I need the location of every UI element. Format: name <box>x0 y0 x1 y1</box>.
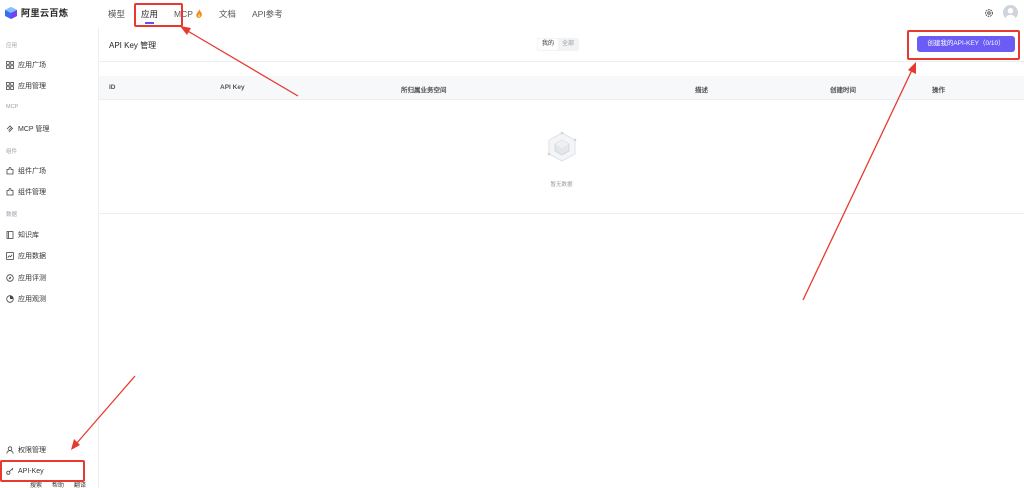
nav-item-label: 文档 <box>218 9 236 19</box>
column-header-actions: 操作 <box>932 87 945 94</box>
translate-link[interactable]: 翻译 <box>74 480 86 488</box>
create-api-key-button[interactable]: 创建我的API-KEY（0/10） <box>917 36 1015 52</box>
table-header: ID API Key 所归属业务空间 描述 创建时间 操作 <box>99 76 1024 100</box>
nav-item-docs[interactable]: 文档 <box>211 0 244 28</box>
mcp-icon <box>6 125 14 133</box>
empty-state-text: 暂无数据 <box>550 182 573 188</box>
sidebar-item-component-square[interactable]: 组件广场 <box>6 165 46 177</box>
column-header-created-at: 创建时间 <box>830 87 856 94</box>
sidebar-item-label: 知识库 <box>18 232 39 239</box>
filter-mine[interactable]: 我的 <box>538 39 559 50</box>
empty-box-icon <box>547 131 577 162</box>
puzzle-icon <box>6 167 14 175</box>
nav-item-label: MCP <box>174 9 193 19</box>
avatar[interactable] <box>1003 5 1018 20</box>
table-empty-state: 暂无数据 <box>99 100 1024 214</box>
nav-item-label: 应用 <box>141 9 159 19</box>
grid-icon <box>6 61 14 69</box>
nav-item-api-ref[interactable]: API参考 <box>244 0 291 28</box>
sidebar-item-label: 组件管理 <box>18 189 46 196</box>
book-icon <box>6 231 14 239</box>
sidebar-section-apps: 应用 <box>6 43 18 49</box>
compass-icon <box>6 274 14 282</box>
sidebar-item-mcp-manage[interactable]: MCP 管理 <box>6 123 49 135</box>
key-icon <box>6 467 14 475</box>
sidebar: 应用 应用广场 应用管理 MCP MCP 管理 组件 组件广场 组件管理 数据 … <box>0 28 99 488</box>
pie-icon <box>6 295 14 303</box>
sidebar-item-api-key[interactable]: API-Key <box>6 465 44 477</box>
sidebar-item-app-manage[interactable]: 应用管理 <box>6 80 46 92</box>
sidebar-item-knowledge-base[interactable]: 知识库 <box>6 229 39 241</box>
scope-filter: 我的 全部 <box>537 38 580 51</box>
main-content: API Key 管理 我的 全部 创建我的API-KEY（0/10） ID AP… <box>99 28 1024 488</box>
column-header-description: 描述 <box>695 87 708 94</box>
user-avatar-icon <box>1005 8 1016 20</box>
sidebar-item-label: MCP 管理 <box>18 126 50 133</box>
gear-icon[interactable] <box>984 8 994 18</box>
brand-logo[interactable]: 阿里云百炼 <box>5 6 69 19</box>
bailian-logo-icon <box>5 6 17 19</box>
column-header-workspace: 所归属业务空间 <box>401 87 447 94</box>
sidebar-item-app-observe[interactable]: 应用观测 <box>6 293 46 305</box>
sidebar-item-permissions[interactable]: 权限管理 <box>6 444 46 456</box>
sidebar-item-component-manage[interactable]: 组件管理 <box>6 186 46 198</box>
top-bar: 阿里云百炼 模型 应用 MCP 文档 API参考 <box>0 0 1024 28</box>
sidebar-item-label: 应用数据 <box>18 253 46 260</box>
nav-item-label: 模型 <box>108 9 126 19</box>
help-link[interactable]: 帮助 <box>52 480 64 488</box>
brand-name: 阿里云百炼 <box>21 8 69 18</box>
nav-item-models[interactable]: 模型 <box>100 0 133 28</box>
flame-icon <box>196 9 202 18</box>
chart-icon <box>6 252 14 260</box>
sidebar-item-app-square[interactable]: 应用广场 <box>6 59 46 71</box>
sidebar-section-data: 数据 <box>6 212 18 218</box>
sidebar-section-components: 组件 <box>6 149 18 155</box>
sidebar-item-app-data[interactable]: 应用数据 <box>6 250 46 262</box>
sidebar-item-app-eval[interactable]: 应用评测 <box>6 272 46 284</box>
nav-item-mcp[interactable]: MCP <box>166 0 211 28</box>
search-link[interactable]: 搜索 <box>30 480 42 488</box>
sidebar-item-label: API-Key <box>18 467 44 475</box>
sidebar-item-label: 组件广场 <box>18 168 46 175</box>
nav-item-label: API参考 <box>251 9 283 19</box>
page-header: API Key 管理 我的 全部 创建我的API-KEY（0/10） <box>99 28 1024 62</box>
sidebar-item-label: 应用广场 <box>18 62 46 69</box>
puzzle-icon <box>6 188 14 196</box>
column-header-id: ID <box>109 84 116 91</box>
sidebar-section-mcp: MCP <box>6 104 19 110</box>
page-title: API Key 管理 <box>109 41 157 50</box>
top-nav: 模型 应用 MCP 文档 API参考 <box>100 0 291 28</box>
sidebar-item-label: 应用评测 <box>18 275 46 282</box>
nav-item-apps[interactable]: 应用 <box>133 0 166 28</box>
column-header-api-key: API Key <box>220 84 245 91</box>
filter-all[interactable]: 全部 <box>558 39 578 50</box>
user-icon <box>6 446 14 454</box>
sidebar-item-label: 应用管理 <box>18 83 46 90</box>
sidebar-item-label: 应用观测 <box>18 296 46 303</box>
bottom-toolbar-fragment: 搜索 帮助 翻译 <box>30 480 86 488</box>
app-window: 阿里云百炼 模型 应用 MCP 文档 API参考 应用 应用广场 应用管理 MC… <box>0 0 1024 488</box>
grid-icon <box>6 82 14 90</box>
sidebar-item-label: 权限管理 <box>18 447 46 454</box>
